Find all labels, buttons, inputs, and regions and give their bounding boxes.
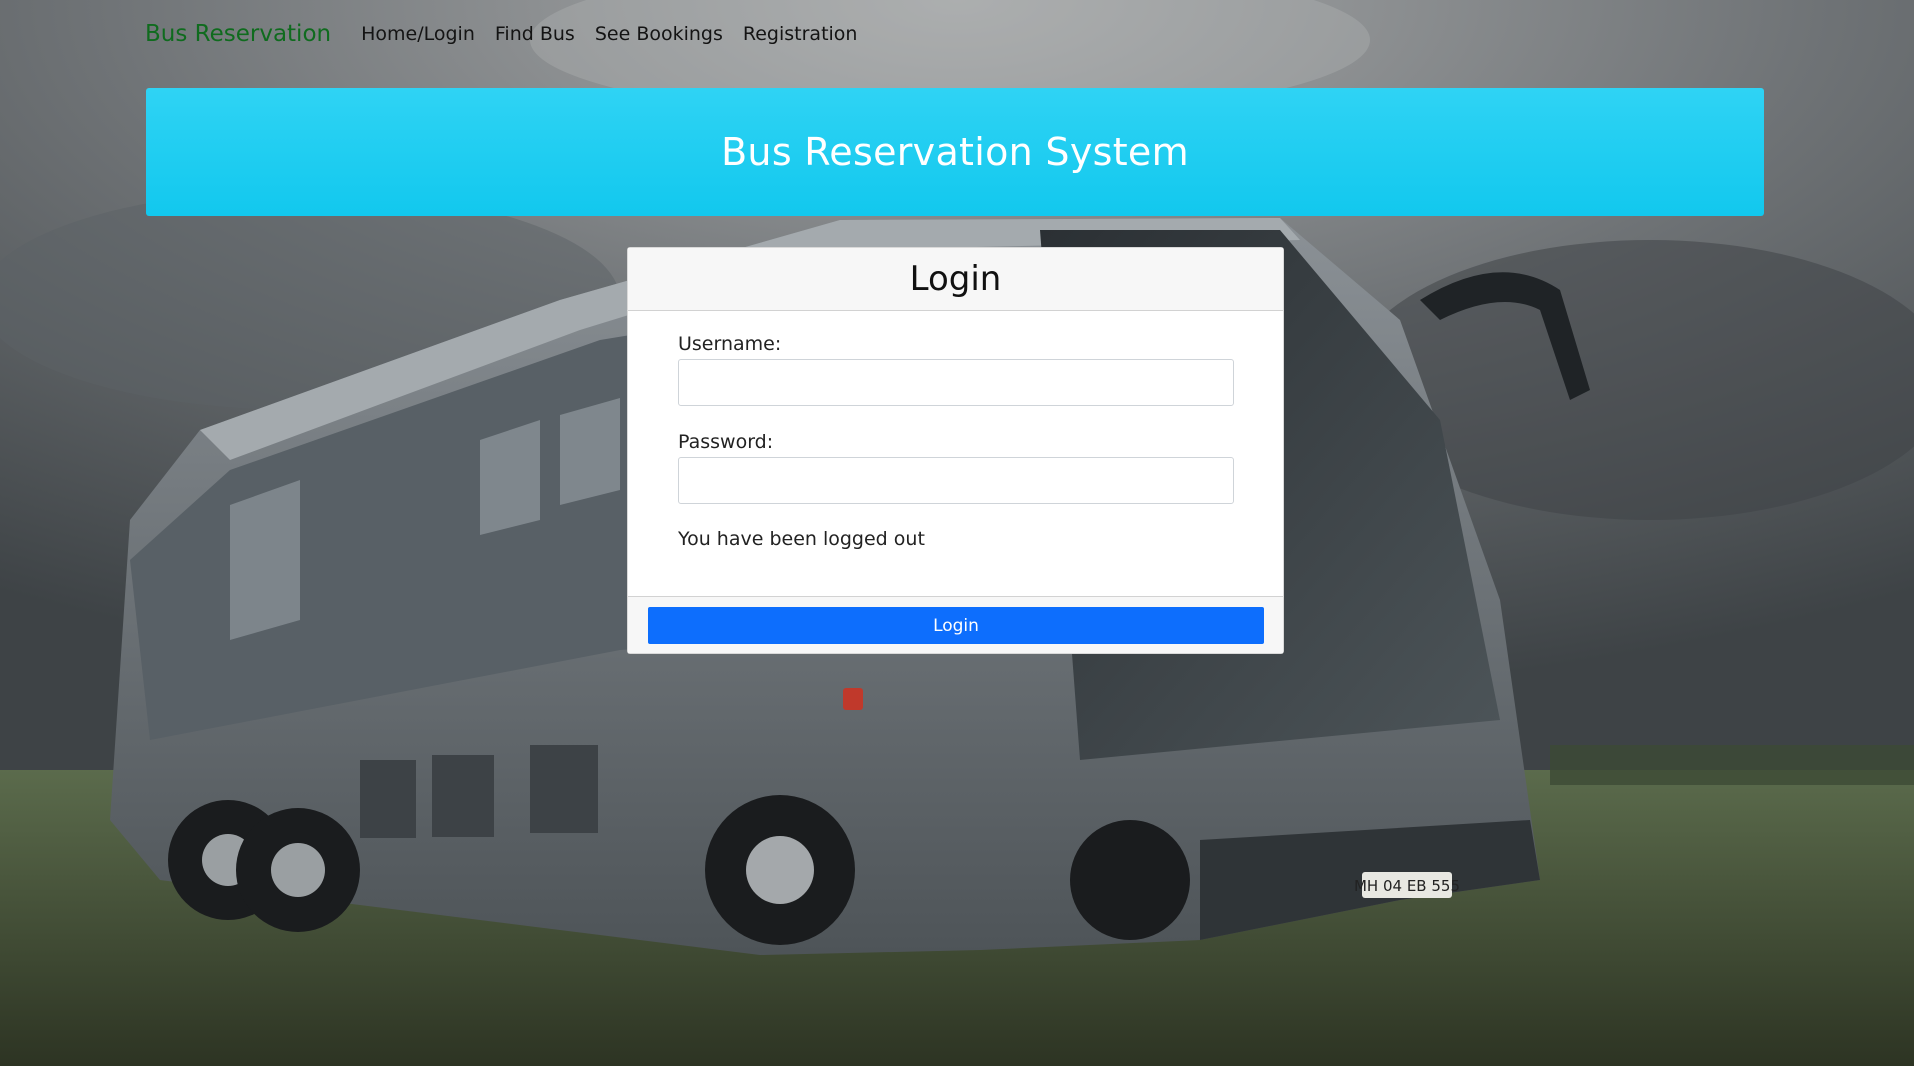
nav-link-home-login[interactable]: Home/Login [361,23,475,45]
username-label: Username: [678,333,782,355]
logout-status-message: You have been logged out [678,528,925,550]
login-card-footer: Login [628,596,1283,653]
license-plate: MH 04 EB 555 [1354,877,1460,895]
page: MH 04 EB 555 Bus Reservation Home/Login … [0,0,1914,1066]
nav-link-see-bookings[interactable]: See Bookings [595,23,723,45]
login-form: Username: Password: You have been logged… [628,311,1283,550]
login-card: Login Username: Password: You have been … [627,247,1284,654]
password-input[interactable] [678,457,1234,504]
nav-link-registration[interactable]: Registration [743,23,858,45]
username-input[interactable] [678,359,1234,406]
login-button[interactable]: Login [648,607,1264,644]
password-label: Password: [678,431,774,453]
login-card-header: Login [628,248,1283,311]
login-title: Login [909,259,1002,299]
brand-link[interactable]: Bus Reservation [145,21,331,47]
banner-title: Bus Reservation System [721,130,1189,174]
hero-banner: Bus Reservation System [146,88,1764,216]
top-navbar: Bus Reservation Home/Login Find Bus See … [145,16,877,52]
nav-link-find-bus[interactable]: Find Bus [495,23,575,45]
